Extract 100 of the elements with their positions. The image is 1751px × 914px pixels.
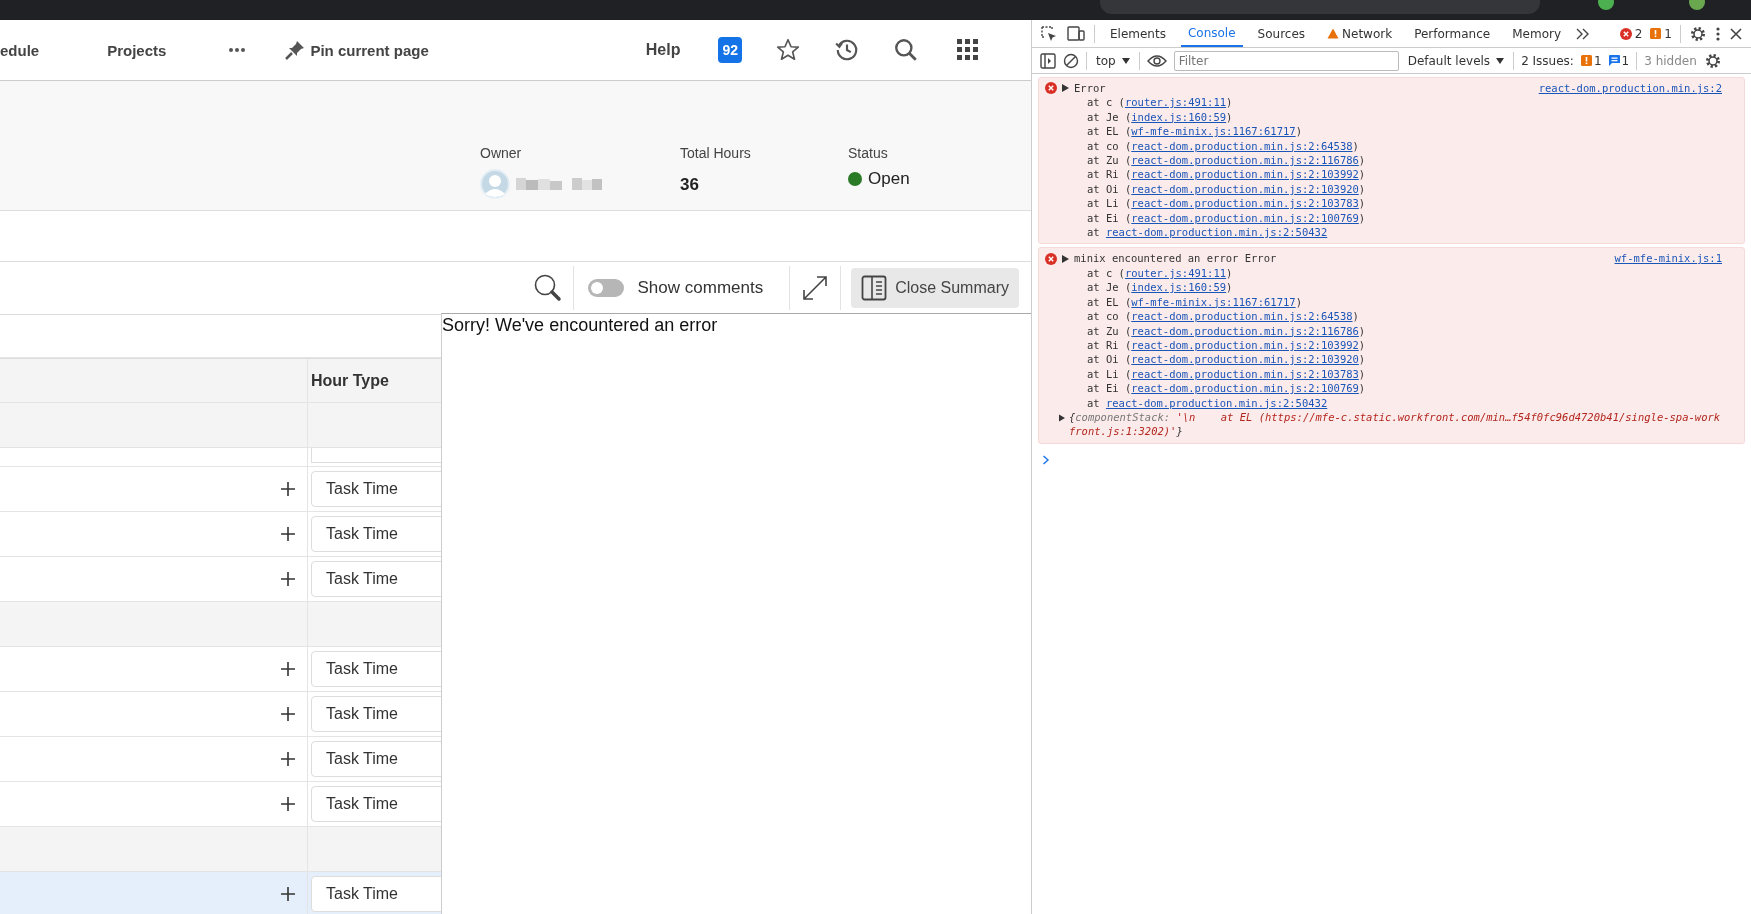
stack-frame-link[interactable]: react-dom.production.min.js:2:100769 — [1131, 211, 1359, 224]
stack-frame: at EL (wf-mfe-minix.js:1167:61717) — [1045, 294, 1722, 310]
avatar-icon[interactable] — [1597, 0, 1615, 10]
devtools-tab[interactable]: Network — [1320, 20, 1400, 47]
add-icon[interactable] — [280, 571, 296, 587]
stack-frame: at c (router.js:491:11) — [1045, 95, 1722, 110]
stack-frame-link[interactable]: react-dom.production.min.js:2:50432 — [1105, 226, 1328, 239]
source-link[interactable]: react-dom.production.min.js:2 — [1538, 81, 1722, 96]
hour-type-field[interactable]: Task Time — [311, 651, 441, 687]
search-icon[interactable] — [893, 37, 919, 63]
expand-triangle-icon[interactable] — [1062, 84, 1069, 93]
settings-icon[interactable] — [1703, 51, 1722, 70]
hidden-count: 3 hidden — [1644, 53, 1697, 68]
caret-icon — [1121, 57, 1130, 64]
add-icon[interactable] — [280, 526, 296, 542]
context-dropdown[interactable]: top — [1094, 53, 1132, 68]
show-comments-label: Show comments — [637, 278, 764, 298]
warning-count[interactable]: 1 — [1664, 26, 1672, 41]
stack-frame-link[interactable]: react-dom.production.min.js:2:103992 — [1131, 168, 1359, 181]
more-icon[interactable] — [228, 47, 247, 53]
hour-type-field[interactable]: Task Time — [311, 561, 441, 597]
warning-icon — [1580, 55, 1592, 66]
stack-frame-link[interactable]: wf-mfe-minix.js:1167:61717 — [1131, 125, 1296, 138]
close-icon[interactable] — [1729, 26, 1743, 41]
issues-label[interactable]: 2 Issues: — [1521, 53, 1574, 68]
device-toolbar-icon[interactable] — [1066, 24, 1086, 43]
devtools-tab[interactable]: Sources — [1250, 20, 1313, 47]
table-row[interactable]: Task Time — [0, 872, 441, 914]
stack-frame-link[interactable]: react-dom.production.min.js:2:116786 — [1131, 324, 1359, 337]
expand-triangle-icon[interactable] — [1062, 254, 1069, 263]
avatar-icon — [480, 169, 510, 199]
nav-link[interactable]: edule — [0, 41, 40, 59]
inspect-icon[interactable] — [1040, 24, 1058, 43]
error-title: minix encountered an error Error — [1074, 251, 1277, 266]
error-count[interactable]: 2 — [1634, 26, 1643, 41]
stack-frame-link[interactable]: react-dom.production.min.js:2:103920 — [1131, 353, 1359, 366]
stack-frame-link[interactable]: index.js:160:59 — [1131, 281, 1227, 294]
stack-frame: at co (react-dom.production.min.js:2:64538) — [1045, 138, 1722, 154]
devtools-tab[interactable]: Performance — [1407, 20, 1498, 47]
levels-dropdown[interactable]: Default levels — [1405, 53, 1507, 68]
devtools-tab[interactable]: Console — [1180, 20, 1243, 47]
sidebar-icon[interactable] — [1040, 52, 1056, 69]
app-grid-icon[interactable] — [957, 39, 979, 61]
add-icon[interactable] — [280, 796, 296, 812]
column-header[interactable]: Hour Type — [311, 371, 389, 390]
hour-type-field[interactable]: Task Time — [311, 876, 441, 912]
hour-type-field[interactable]: Task Time — [311, 696, 441, 732]
star-icon[interactable] — [775, 37, 801, 63]
stack-frame-link[interactable]: react-dom.production.min.js:2:103992 — [1131, 338, 1359, 351]
stack-frame-link[interactable]: react-dom.production.min.js:2:103920 — [1131, 182, 1359, 195]
close-summary-button[interactable]: Close Summary — [851, 268, 1019, 308]
add-icon[interactable] — [280, 706, 296, 722]
field-label: Status — [848, 145, 889, 161]
add-icon[interactable] — [280, 751, 296, 767]
stack-frame: at co (react-dom.production.min.js:2:64538) — [1045, 309, 1722, 324]
error-icon — [1045, 252, 1057, 265]
kebab-menu-icon[interactable] — [1715, 25, 1721, 42]
stack-frame-link[interactable]: react-dom.production.min.js:2:103783 — [1131, 367, 1359, 380]
stack-frame-link[interactable]: react-dom.production.min.js:2:64538 — [1131, 310, 1353, 323]
stack-frame: at react-dom.production.min.js:2:50432 — [1045, 395, 1722, 410]
notification-badge[interactable]: 92 — [718, 37, 742, 63]
add-icon[interactable] — [280, 886, 296, 902]
avatar-icon[interactable] — [1688, 0, 1706, 10]
show-comments-toggle[interactable] — [587, 279, 624, 297]
nav-link[interactable]: Projects — [107, 41, 167, 59]
clear-console-icon[interactable] — [1063, 52, 1079, 69]
help-link[interactable]: Help — [645, 41, 681, 59]
hour-type-field[interactable]: Task Time — [311, 741, 441, 777]
expand-triangle-icon[interactable] — [1059, 413, 1065, 422]
stack-frame-link[interactable]: react-dom.production.min.js:2:116786 — [1131, 154, 1359, 167]
search-icon[interactable] — [532, 273, 563, 303]
devtools-tab[interactable]: Memory — [1505, 20, 1568, 47]
stack-frame-link[interactable]: react-dom.production.min.js:2:100769 — [1131, 382, 1359, 395]
add-icon[interactable] — [280, 481, 296, 497]
settings-icon[interactable] — [1689, 24, 1707, 43]
field-label: Owner — [480, 145, 523, 161]
prompt-icon[interactable] — [1042, 454, 1050, 465]
stack-frame-link[interactable]: index.js:160:59 — [1131, 110, 1227, 123]
hour-type-field[interactable]: Task Time — [311, 516, 441, 552]
stack-frame: at react-dom.production.min.js:2:50432 — [1045, 225, 1722, 240]
history-icon[interactable] — [834, 37, 860, 63]
stack-frame: at Ei (react-dom.production.min.js:2:100769) — [1045, 381, 1722, 396]
more-tabs-icon[interactable] — [1576, 27, 1590, 40]
pin-current-page-button[interactable]: Pin current page — [284, 39, 429, 61]
object-preview: {componentStack: '\n at EL (https://mfe-c.static.workfront.com/min…f54f0fc96d4720b41/single-spa-workfront.js:1:3202)'} — [1068, 409, 1722, 439]
stack-frame: at Je (index.js:160:59) — [1045, 280, 1722, 295]
hour-type-field[interactable]: Task Time — [311, 471, 441, 507]
filter-field[interactable]: Filter — [1173, 50, 1399, 71]
stack-frame-link[interactable]: router.js:491:11 — [1124, 96, 1227, 109]
stack-frame-link[interactable]: react-dom.production.min.js:2:50432 — [1105, 396, 1328, 409]
issue-warning-count: 1 — [1593, 53, 1602, 68]
source-link[interactable]: wf-mfe-minix.js:1 — [1614, 251, 1722, 266]
stack-frame-link[interactable]: react-dom.production.min.js:2:103783 — [1131, 197, 1359, 210]
eye-icon[interactable] — [1146, 53, 1167, 68]
stack-frame-link[interactable]: router.js:491:11 — [1124, 266, 1227, 279]
stack-frame-link[interactable]: wf-mfe-minix.js:1167:61717 — [1131, 295, 1296, 308]
stack-frame-link[interactable]: react-dom.production.min.js:2:64538 — [1131, 139, 1353, 152]
hour-type-field[interactable]: Task Time — [311, 786, 441, 822]
devtools-tab[interactable]: Elements — [1103, 20, 1173, 47]
add-icon[interactable] — [280, 661, 296, 677]
